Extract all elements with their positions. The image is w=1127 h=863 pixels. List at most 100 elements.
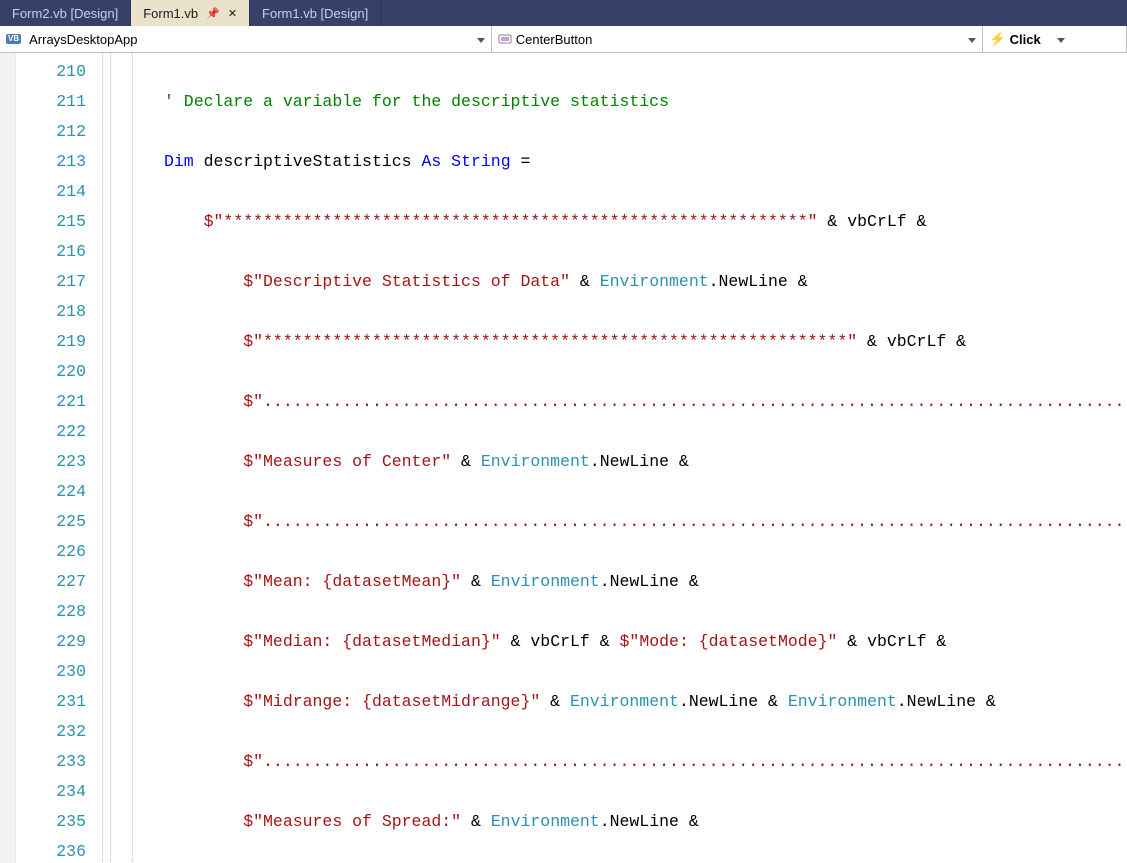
line-number: 235: [16, 807, 86, 837]
code-content[interactable]: ' Declare a variable for the descriptive…: [164, 53, 1127, 863]
code-text: As: [421, 152, 441, 171]
code-text: Environment: [600, 272, 709, 291]
outlining-margin[interactable]: [96, 53, 124, 863]
code-text: &: [501, 632, 531, 651]
code-text: &: [837, 632, 867, 651]
code-text: &: [679, 572, 709, 591]
code-text: String: [441, 152, 510, 171]
code-text: Dim: [164, 152, 194, 171]
line-number: 227: [16, 567, 86, 597]
line-number: 236: [16, 837, 86, 863]
code-text: Environment: [570, 692, 679, 711]
line-number: 218: [16, 297, 86, 327]
tab-form1-design[interactable]: Form1.vb [Design]: [250, 0, 381, 26]
line-number: 219: [16, 327, 86, 357]
tab-label: Form1.vb: [143, 6, 198, 21]
code-text: &: [590, 632, 620, 651]
code-text: $"Median: {datasetMedian}": [243, 632, 500, 651]
tab-label: Form1.vb [Design]: [262, 6, 368, 21]
code-text: &: [818, 212, 848, 231]
code-text: $"Descriptive Statistics of Data": [243, 272, 570, 291]
code-text: .NewLine: [897, 692, 976, 711]
code-text: &: [946, 332, 976, 351]
code-text: &: [451, 452, 481, 471]
code-text: $"Measures of Spread:": [243, 812, 461, 831]
line-number: 229: [16, 627, 86, 657]
indent-guide: [124, 53, 164, 863]
event-dropdown[interactable]: ⚡ Click: [983, 26, 1127, 52]
line-number: 220: [16, 357, 86, 387]
code-text: $"Mode: {datasetMode}": [620, 632, 838, 651]
scope-dropdown[interactable]: VB ArraysDesktopApp: [0, 26, 492, 52]
line-number: 223: [16, 447, 86, 477]
lightning-icon: ⚡: [989, 31, 1005, 47]
code-text: &: [976, 692, 1006, 711]
code-text: ' Declare a variable for the descriptive…: [164, 92, 669, 111]
code-text: $"......................................…: [243, 392, 1127, 411]
event-label: Click: [1010, 32, 1041, 47]
code-text: descriptiveStatistics: [194, 152, 422, 171]
line-number: 217: [16, 267, 86, 297]
line-number: 224: [16, 477, 86, 507]
close-icon[interactable]: ✕: [228, 7, 237, 20]
navigation-bar: VB ArraysDesktopApp CenterButton ⚡ Click: [0, 26, 1127, 53]
line-number: 234: [16, 777, 86, 807]
code-text: &: [857, 332, 887, 351]
tab-form2-design[interactable]: Form2.vb [Design]: [0, 0, 131, 26]
line-number: 216: [16, 237, 86, 267]
code-text: $"**************************************…: [204, 212, 818, 231]
code-text: $"Midrange: {datasetMidrange}": [243, 692, 540, 711]
line-number: 211: [16, 87, 86, 117]
chevron-down-icon: [477, 32, 485, 47]
code-text: &: [758, 692, 788, 711]
line-number: 222: [16, 417, 86, 447]
tab-form1-vb[interactable]: Form1.vb 📌 ✕: [131, 0, 250, 26]
pin-icon[interactable]: 📌: [206, 7, 220, 20]
code-text: &: [461, 572, 491, 591]
code-text: $"......................................…: [243, 512, 1127, 531]
code-text: .NewLine: [600, 812, 679, 831]
code-text: vbCrLf: [867, 632, 926, 651]
breakpoint-margin[interactable]: [0, 53, 16, 863]
code-text: Environment: [788, 692, 897, 711]
line-number: 215: [16, 207, 86, 237]
code-text: Environment: [481, 452, 590, 471]
code-text: &: [679, 812, 709, 831]
line-number: 228: [16, 597, 86, 627]
line-number: 210: [16, 57, 86, 87]
code-text: &: [907, 212, 937, 231]
line-number: 226: [16, 537, 86, 567]
line-number: 232: [16, 717, 86, 747]
vb-badge-icon: VB: [6, 34, 21, 44]
member-label: CenterButton: [516, 32, 593, 47]
tab-label: Form2.vb [Design]: [12, 6, 118, 21]
code-text: .NewLine: [709, 272, 788, 291]
code-text: vbCrLf: [847, 212, 906, 231]
code-text: $"Mean: {datasetMean}": [243, 572, 461, 591]
line-number: 233: [16, 747, 86, 777]
line-number: 214: [16, 177, 86, 207]
line-number-gutter: 210 211 212 213 214 215 216 217 218 219 …: [16, 53, 96, 863]
code-text: vbCrLf: [530, 632, 589, 651]
line-number: 213: [16, 147, 86, 177]
code-text: &: [788, 272, 818, 291]
code-editor[interactable]: 210 211 212 213 214 215 216 217 218 219 …: [0, 53, 1127, 863]
code-text: =: [511, 152, 531, 171]
code-text: $"......................................…: [243, 752, 1127, 771]
document-tab-bar: Form2.vb [Design] Form1.vb 📌 ✕ Form1.vb …: [0, 0, 1127, 26]
code-text: &: [927, 632, 957, 651]
chevron-down-icon: [968, 32, 976, 47]
code-text: vbCrLf: [887, 332, 946, 351]
code-text: .NewLine: [679, 692, 758, 711]
line-number: 231: [16, 687, 86, 717]
line-number: 221: [16, 387, 86, 417]
line-number: 230: [16, 657, 86, 687]
method-icon: [498, 32, 512, 46]
code-text: .NewLine: [590, 452, 669, 471]
code-text: &: [540, 692, 570, 711]
code-text: .NewLine: [600, 572, 679, 591]
line-number: 212: [16, 117, 86, 147]
code-text: $"Measures of Center": [243, 452, 451, 471]
member-dropdown[interactable]: CenterButton: [492, 26, 984, 52]
code-text: &: [669, 452, 699, 471]
